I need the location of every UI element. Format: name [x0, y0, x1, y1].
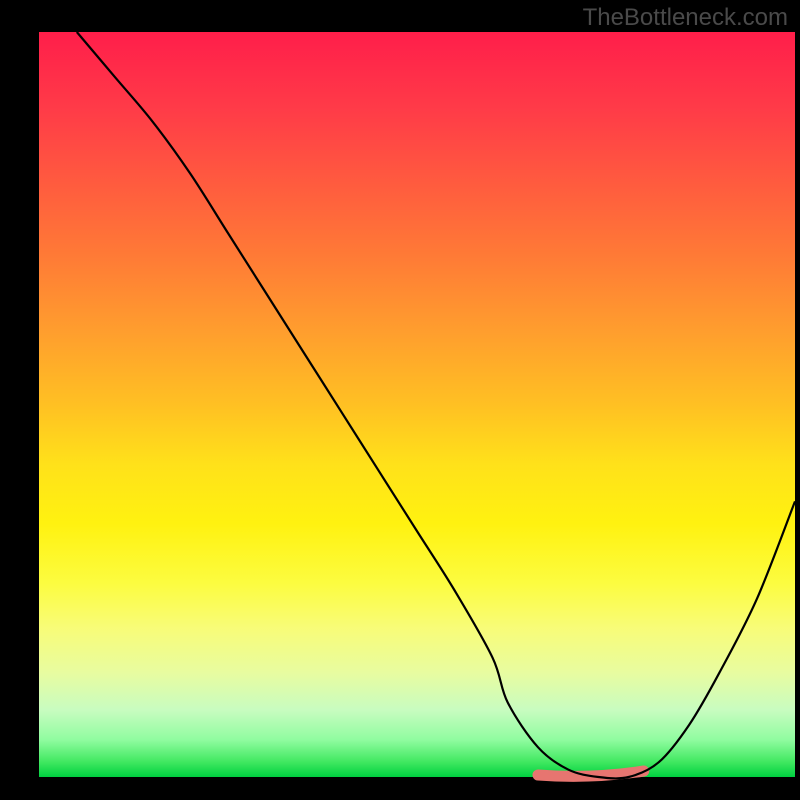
bottleneck-chart: TheBottleneck.com [0, 0, 800, 800]
bottleneck-curve-line [77, 32, 795, 778]
chart-curves [0, 0, 800, 800]
watermark-text: TheBottleneck.com [583, 4, 788, 32]
